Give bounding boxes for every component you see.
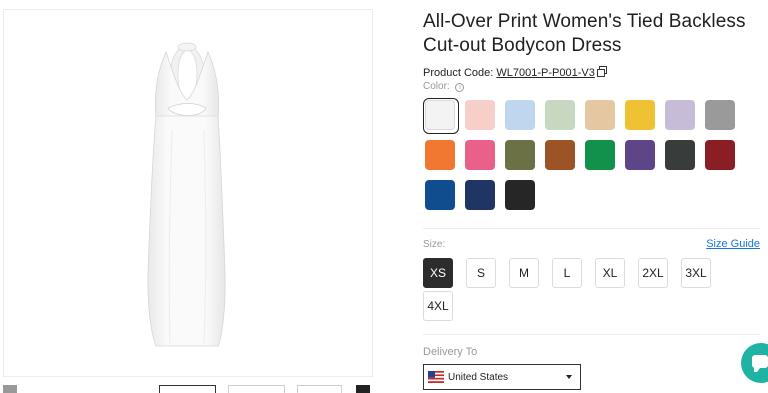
size-option[interactable]: 4XL <box>423 291 453 321</box>
us-flag-icon <box>428 371 444 383</box>
country-value: United States <box>448 372 509 383</box>
color-swatch[interactable] <box>505 180 535 210</box>
color-label: Color: <box>423 81 450 92</box>
size-label: Size: <box>423 239 446 250</box>
color-swatch[interactable] <box>705 100 735 130</box>
color-swatch[interactable] <box>625 140 655 170</box>
dress-image <box>147 42 226 347</box>
thumbnail-next-button[interactable] <box>356 385 370 393</box>
product-info: All-Over Print Women's Tied Backless Cut… <box>423 0 768 393</box>
color-swatch[interactable] <box>585 140 615 170</box>
color-swatch[interactable] <box>665 140 695 170</box>
size-option[interactable]: 2XL <box>638 258 668 288</box>
thumbnail-2[interactable] <box>228 385 285 393</box>
color-swatch[interactable] <box>705 140 735 170</box>
color-swatch[interactable] <box>465 100 495 130</box>
size-option[interactable]: XL <box>595 258 625 288</box>
color-swatch[interactable] <box>665 100 695 130</box>
product-code-label: Product Code: <box>423 67 494 79</box>
color-swatch[interactable] <box>425 180 455 210</box>
color-swatch[interactable] <box>505 140 535 170</box>
size-option[interactable]: 3XL <box>681 258 711 288</box>
color-swatch[interactable] <box>465 180 495 210</box>
color-label-row: Color: i <box>423 81 465 92</box>
size-guide-link[interactable]: Size Guide <box>706 238 760 250</box>
chat-icon <box>752 355 768 372</box>
size-option[interactable]: L <box>552 258 582 288</box>
thumbnail-strip <box>0 385 380 393</box>
color-swatch[interactable] <box>545 100 575 130</box>
product-title: All-Over Print Women's Tied Backless Cut… <box>423 11 746 56</box>
color-swatch[interactable] <box>505 100 535 130</box>
copy-icon[interactable] <box>596 66 607 77</box>
thumbnail-1[interactable] <box>159 385 216 393</box>
color-swatch[interactable] <box>545 140 575 170</box>
divider <box>423 228 760 229</box>
info-icon[interactable]: i <box>455 83 465 92</box>
color-swatch[interactable] <box>423 98 459 134</box>
color-swatch[interactable] <box>585 100 615 130</box>
color-swatch[interactable] <box>425 140 455 170</box>
color-swatch[interactable] <box>465 140 495 170</box>
country-select[interactable]: United States <box>423 364 581 390</box>
size-option[interactable]: S <box>466 258 496 288</box>
delivery-label: Delivery To <box>423 346 478 358</box>
chevron-down-icon <box>566 375 572 379</box>
product-code-value[interactable]: WL7001-P-P001-V3 <box>496 67 594 79</box>
thumbnail-prev-button[interactable] <box>3 385 17 393</box>
product-image[interactable] <box>3 9 373 377</box>
color-swatch[interactable] <box>625 100 655 130</box>
thumbnail-3[interactable] <box>297 385 342 393</box>
product-code-row: Product Code: WL7001-P-P001-V3 <box>423 66 607 79</box>
size-option[interactable]: XS <box>423 258 453 288</box>
divider <box>423 334 760 335</box>
size-option[interactable]: M <box>509 258 539 288</box>
